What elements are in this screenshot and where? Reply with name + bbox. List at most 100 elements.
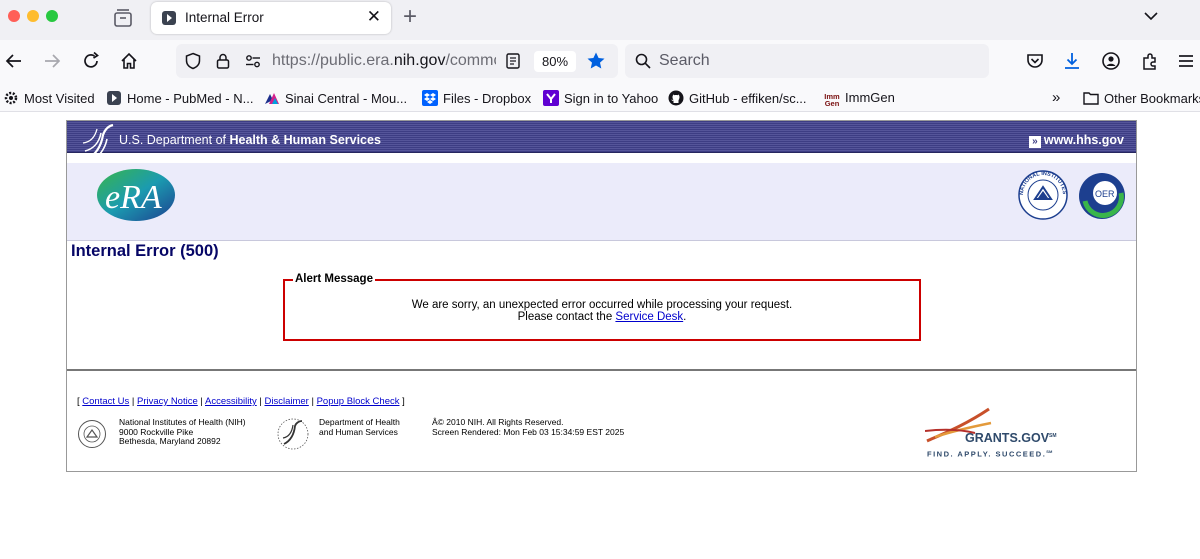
bookmarks-toolbar: Most Visited Home - PubMed - N... Sinai … bbox=[0, 84, 1200, 112]
home-icon[interactable] bbox=[119, 51, 139, 71]
new-tab-icon[interactable]: + bbox=[403, 3, 417, 31]
tab-close-icon[interactable]: ✕ bbox=[367, 8, 381, 26]
yahoo-icon bbox=[543, 90, 559, 106]
github-icon bbox=[668, 90, 684, 106]
service-desk-link[interactable]: Service Desk bbox=[615, 311, 683, 323]
bookmark-label: Files - Dropbox bbox=[443, 91, 532, 106]
dhhs-text: Department of Health and Human Services bbox=[319, 417, 400, 437]
bookmark-immgen[interactable]: Imm Gen ImmGen bbox=[824, 90, 895, 109]
bookmark-label: Most Visited bbox=[24, 91, 95, 106]
window-maximize-button[interactable] bbox=[46, 10, 58, 22]
dropbox-icon bbox=[422, 90, 438, 106]
bookmark-pubmed[interactable]: Home - PubMed - N... bbox=[106, 90, 253, 106]
tab-title: Internal Error bbox=[185, 10, 264, 25]
bookmark-star-icon[interactable] bbox=[586, 51, 606, 71]
bookmark-label: Other Bookmarks bbox=[1104, 91, 1200, 106]
tab-bar: Internal Error ✕ + bbox=[0, 0, 1200, 40]
reload-icon[interactable] bbox=[81, 51, 101, 71]
bookmark-label: Sign in to Yahoo bbox=[564, 91, 659, 106]
nih-seal-icon: NATIONAL INSTITUTES OF HEALTH bbox=[1017, 169, 1068, 220]
alert-line-2-prefix: Please contact the bbox=[517, 311, 616, 323]
bookmark-other-bookmarks[interactable]: Other Bookmarks bbox=[1083, 90, 1200, 106]
zoom-level-badge[interactable]: 80% bbox=[534, 51, 576, 72]
account-icon[interactable] bbox=[1101, 51, 1121, 71]
dhhs-eagle-icon bbox=[277, 418, 309, 450]
pocket-icon[interactable] bbox=[1025, 51, 1045, 71]
bookmark-dropbox[interactable]: Files - Dropbox bbox=[422, 90, 531, 106]
arrow-right-icon: » bbox=[1028, 136, 1041, 148]
chevron-down-icon[interactable] bbox=[1143, 8, 1159, 24]
grants-gov-tagline-text: FIND. APPLY. SUCCEED. bbox=[927, 449, 1047, 459]
footer-divider bbox=[67, 369, 1136, 371]
hhs-title-bold: Health & Human Services bbox=[229, 133, 381, 147]
alert-message-box: Alert Message We are sorry, an unexpecte… bbox=[283, 273, 921, 341]
grants-gov-logo[interactable]: GRANTS.GOVSM FIND. APPLY. SUCCEED.SM bbox=[925, 407, 1095, 463]
favicon-icon bbox=[162, 11, 176, 25]
lock-icon[interactable] bbox=[214, 52, 232, 70]
era-logo-text: eRA bbox=[105, 179, 162, 216]
page-content: U.S. Department of Health & Human Servic… bbox=[66, 120, 1137, 472]
window-minimize-button[interactable] bbox=[27, 10, 39, 22]
search-input[interactable]: Search bbox=[659, 52, 710, 70]
menu-icon[interactable] bbox=[1176, 51, 1196, 71]
url-scheme: https://public.era. bbox=[272, 52, 394, 69]
hhs-title: U.S. Department of Health & Human Servic… bbox=[119, 133, 381, 147]
footer-links: [ Contact Us | Privacy Notice | Accessib… bbox=[77, 396, 405, 407]
url-text[interactable]: https://public.era.nih.gov/commons/ bbox=[272, 52, 496, 70]
alert-message-line-1: We are sorry, an unexpected error occurr… bbox=[411, 299, 793, 311]
gear-icon bbox=[4, 91, 18, 105]
grants-gov-tagline-tm: SM bbox=[1046, 449, 1053, 454]
privacy-notice-link[interactable]: Privacy Notice bbox=[137, 396, 198, 407]
copyright-block: Â© 2010 NIH. All Rights Reserved. Screen… bbox=[432, 417, 624, 437]
bookmark-yahoo[interactable]: Sign in to Yahoo bbox=[543, 90, 658, 106]
permissions-icon[interactable] bbox=[244, 52, 262, 70]
immgen-icon-line-2: Gen bbox=[824, 99, 840, 108]
sinai-icon bbox=[265, 93, 279, 104]
immgen-icon: Imm Gen bbox=[824, 92, 840, 109]
bookmarks-overflow-icon[interactable]: » bbox=[1052, 89, 1060, 106]
nih-address-line: Bethesda, Maryland 20892 bbox=[119, 436, 221, 446]
bookmark-github[interactable]: GitHub - effiken/sc... bbox=[668, 90, 807, 106]
accessibility-link[interactable]: Accessibility bbox=[205, 396, 257, 407]
url-host: nih.gov bbox=[393, 52, 446, 69]
hhs-header-bar: U.S. Department of Health & Human Servic… bbox=[67, 121, 1136, 153]
bookmark-label: Home - PubMed - N... bbox=[127, 91, 254, 106]
folder-icon bbox=[1083, 92, 1099, 105]
tab-active[interactable]: Internal Error ✕ bbox=[151, 2, 391, 34]
bookmark-sinai-central[interactable]: Sinai Central - Mou... bbox=[264, 90, 407, 106]
window-close-button[interactable] bbox=[8, 10, 20, 22]
tab-overview-icon[interactable] bbox=[112, 7, 134, 29]
shield-icon[interactable] bbox=[184, 52, 202, 70]
bookmark-most-visited[interactable]: Most Visited bbox=[3, 90, 95, 106]
popup-block-check-link[interactable]: Popup Block Check bbox=[317, 396, 400, 407]
oer-logo-icon: OER bbox=[1079, 173, 1125, 219]
alert-legend: Alert Message bbox=[293, 273, 375, 285]
oer-logo-text: OER bbox=[1095, 189, 1115, 199]
alert-message: We are sorry, an unexpected error occurr… bbox=[285, 299, 919, 323]
extensions-icon[interactable] bbox=[1140, 51, 1160, 71]
navigation-toolbar: https://public.era.nih.gov/commons/ 80% … bbox=[0, 40, 1200, 84]
grants-gov-title-tm: SM bbox=[1049, 432, 1057, 439]
era-logo: eRA bbox=[97, 169, 175, 221]
reader-view-icon[interactable] bbox=[504, 52, 522, 70]
address-bar[interactable]: https://public.era.nih.gov/commons/ 80% bbox=[176, 44, 618, 78]
contact-us-link[interactable]: Contact Us bbox=[82, 396, 129, 407]
bookmark-label: ImmGen bbox=[845, 90, 895, 105]
disclaimer-link[interactable]: Disclaimer bbox=[264, 396, 308, 407]
url-path: /commons/ bbox=[445, 52, 496, 69]
search-icon bbox=[635, 53, 651, 69]
bookmark-label: GitHub - effiken/sc... bbox=[689, 91, 807, 106]
hhs-website-link[interactable]: » www.hhs.gov bbox=[1028, 133, 1124, 148]
nih-footer-seal-icon bbox=[78, 420, 106, 448]
back-arrow-icon[interactable] bbox=[4, 51, 24, 71]
era-banner: eRA NATIONAL INSTITUTES OF HEALTH OER bbox=[67, 163, 1136, 241]
hhs-link-text: www.hhs.gov bbox=[1043, 133, 1124, 147]
grants-gov-wordmark: GRANTS.GOVSM bbox=[965, 431, 1057, 445]
nih-address: National Institutes of Health (NIH) 9000… bbox=[119, 417, 246, 447]
alert-message-line-2: Please contact the Service Desk. bbox=[285, 311, 919, 323]
grants-gov-tagline: FIND. APPLY. SUCCEED.SM bbox=[927, 449, 1052, 459]
forward-arrow-icon[interactable] bbox=[42, 51, 62, 71]
bookmark-label: Sinai Central - Mou... bbox=[285, 91, 408, 106]
search-bar[interactable]: Search bbox=[625, 44, 989, 78]
download-icon[interactable] bbox=[1062, 51, 1082, 71]
